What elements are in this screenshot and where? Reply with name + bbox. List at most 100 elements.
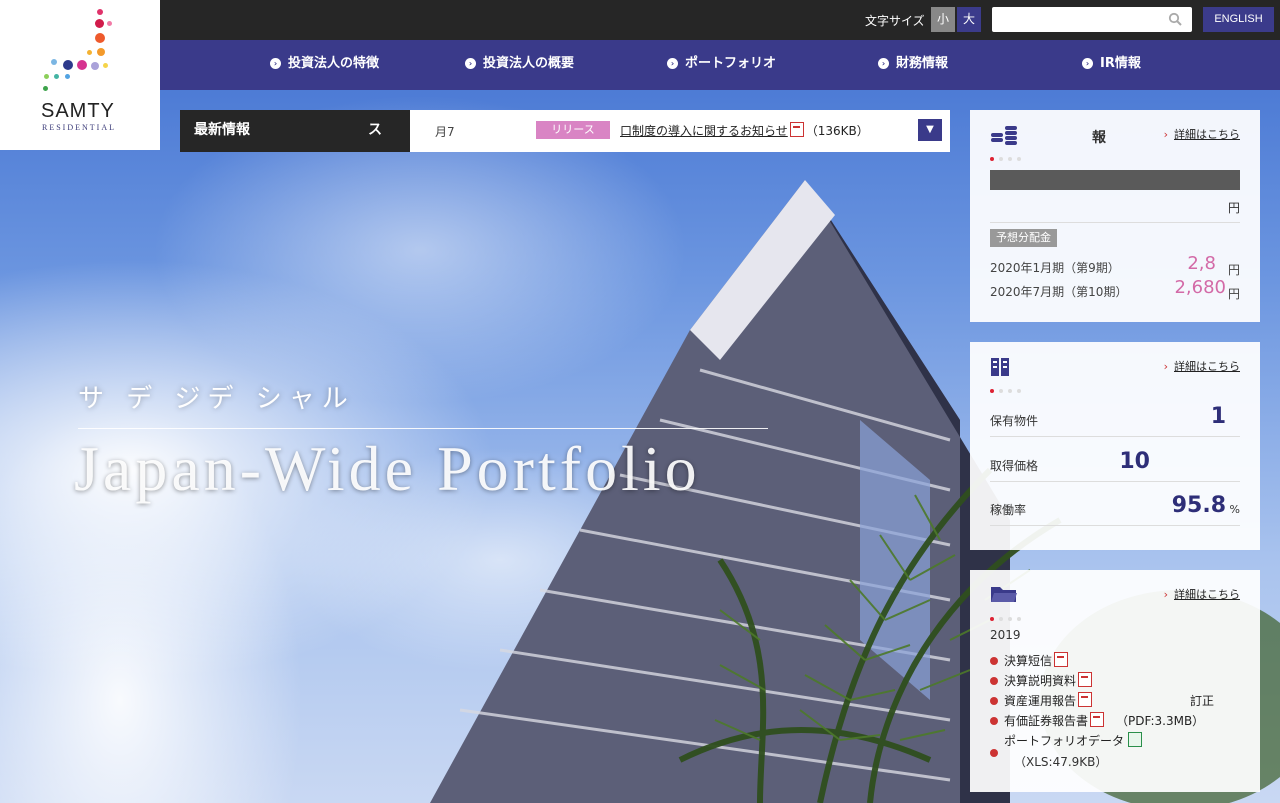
logo-dot	[103, 63, 108, 68]
ir-document-label[interactable]: 資産運用報告	[1004, 694, 1076, 708]
hero-tagline-jp: サ デ ジデ シャル	[78, 384, 355, 414]
stat-label: 保有物件	[990, 414, 1039, 428]
logo-dot	[87, 50, 92, 55]
dividend-row-label: 2020年1月期（第9期）	[990, 261, 1120, 275]
dividend-row-unit: 円	[1227, 287, 1240, 301]
building-icon	[991, 358, 1009, 376]
logo-dot	[65, 74, 70, 79]
pdf-icon	[1054, 652, 1069, 667]
logo-dot	[97, 9, 103, 15]
news-tag-badge: リリース	[536, 121, 610, 139]
divider	[990, 436, 1240, 437]
ir-document-meta: 訂正	[1190, 694, 1215, 708]
dividend-row: 2020年1月期（第9期） 2,8 円	[990, 253, 1240, 277]
bullet-icon	[990, 657, 998, 665]
news-title-suffix: ス	[368, 122, 382, 138]
logo-wordmark: SAMTY	[41, 100, 115, 122]
search-input[interactable]	[992, 7, 1192, 32]
ir-document-link[interactable]: ポートフォリオデータ	[990, 732, 1143, 757]
chevron-right-icon: ›	[465, 58, 476, 69]
stat-unit: %	[1229, 503, 1240, 516]
portfolio-stat-row: 取得価格 10	[990, 449, 1240, 474]
dividend-panel-title: 報	[990, 124, 1106, 147]
news-file-size: （136KB）	[805, 124, 869, 138]
nav-item-overview[interactable]: › 投資法人の概要	[465, 40, 574, 90]
news-expand-button[interactable]: ▼	[918, 119, 942, 141]
nav-label: ポートフォリオ	[685, 56, 777, 71]
news-link[interactable]: 口制度の導入に関するお知らせ （136KB）	[620, 122, 869, 139]
logo-dot	[95, 19, 104, 28]
logo-dot	[44, 74, 49, 79]
ir-period: 2019	[990, 628, 1021, 642]
ir-document-meta: （PDF:3.3MB）	[1116, 714, 1205, 728]
ir-document-link[interactable]: 決算説明資料	[990, 672, 1094, 689]
nav-label: IR情報	[1100, 56, 1141, 71]
stat-value: 95.8	[1171, 493, 1226, 518]
stat-value: 1	[1210, 404, 1226, 429]
portfolio-details-link[interactable]: 詳細はこちら	[1164, 358, 1240, 374]
dividend-details-link[interactable]: 詳細はこちら	[1164, 126, 1240, 142]
nav-label: 投資法人の概要	[483, 56, 575, 71]
portfolio-stat-row: 保有物件 1	[990, 404, 1240, 429]
nav-label: 投資法人の特徴	[288, 56, 380, 71]
bullet-icon	[990, 717, 998, 725]
bullet-icon	[990, 749, 998, 757]
ir-document-link[interactable]: 決算短信	[990, 652, 1070, 669]
bullet-icon	[990, 677, 998, 685]
ir-details-link[interactable]: 詳細はこちら	[1164, 586, 1240, 602]
logo-dot	[107, 21, 112, 26]
nav-item-features[interactable]: › 投資法人の特徴	[270, 40, 379, 90]
folder-icon	[991, 587, 1017, 602]
nav-item-financial[interactable]: › 財務情報	[878, 40, 948, 90]
chevron-right-icon: ›	[270, 58, 281, 69]
forecast-tag: 予想分配金	[990, 229, 1057, 247]
news-title: 最新情報 ス	[180, 110, 410, 152]
coins-icon	[991, 126, 1017, 145]
site-logo[interactable]: SAMTY RESIDENTIAL	[0, 0, 160, 150]
ir-document-link[interactable]: 資産運用報告 訂正	[990, 692, 1214, 709]
nav-item-portfolio[interactable]: › ポートフォリオ	[667, 40, 776, 90]
font-size-small-button[interactable]: 小	[931, 7, 955, 32]
logo-dot	[77, 60, 87, 70]
logo-dot	[63, 60, 73, 70]
ir-document-label[interactable]: 決算短信	[1004, 654, 1052, 668]
dividend-panel: 報 詳細はこちら 円 予想分配金 2020年1月期（第9期） 2,8 円 202…	[970, 110, 1260, 322]
pdf-icon	[1078, 672, 1093, 687]
ir-document-label[interactable]: 有価証券報告書	[1004, 714, 1088, 728]
nav-item-ir[interactable]: › IR情報	[1082, 40, 1141, 90]
portfolio-panel: 詳細はこちら 保有物件 1 取得価格 10 稼働率 95.8 %	[970, 342, 1260, 550]
portfolio-panel-title	[990, 356, 1022, 378]
pdf-icon	[1078, 692, 1093, 707]
hero-tagline-en: Japan-Wide Portfolio	[74, 433, 701, 504]
logo-dot	[54, 74, 59, 79]
font-size-large-button[interactable]: 大	[957, 7, 981, 32]
ir-library-panel: 詳細はこちら 2019 決算短信 決算説明資料 資産運用報告 訂正 有価証券報告書…	[970, 570, 1260, 792]
pdf-icon	[1090, 712, 1105, 727]
dividend-row-amount: 2,680	[1174, 277, 1226, 298]
ir-document-label[interactable]: ポートフォリオデータ	[1004, 734, 1124, 748]
hero-divider	[78, 428, 768, 429]
ir-panel-title	[990, 584, 1024, 604]
divider	[990, 222, 1240, 223]
section-dots	[990, 382, 1026, 396]
news-date: 月7	[435, 125, 455, 139]
font-size-label: 文字サイズ	[865, 14, 925, 28]
ir-document-label[interactable]: 決算説明資料	[1004, 674, 1076, 688]
news-link-text[interactable]: 口制度の導入に関するお知らせ	[620, 124, 788, 138]
dividend-band	[990, 170, 1240, 190]
logo-dot	[51, 59, 57, 65]
bullet-icon	[990, 697, 998, 705]
search-icon[interactable]	[1168, 12, 1182, 26]
divider	[990, 481, 1240, 482]
dividend-row-unit: 円	[1227, 263, 1240, 277]
ir-document-link[interactable]: 有価証券報告書 （PDF:3.3MB）	[990, 712, 1204, 729]
stat-value: 10	[1119, 449, 1150, 474]
chevron-right-icon: ›	[878, 58, 889, 69]
news-ticker: 最新情報 ス 月7 リリース 口制度の導入に関するお知らせ （136KB） ▼	[180, 110, 950, 152]
news-title-label: 最新情報	[194, 122, 250, 138]
english-button[interactable]: ENGLISH	[1203, 7, 1274, 32]
nav-label: 財務情報	[896, 56, 949, 71]
dividend-band-unit: 円	[1227, 201, 1240, 215]
section-dots	[990, 610, 1026, 624]
dividend-row-label: 2020年7月期（第10期）	[990, 285, 1128, 299]
